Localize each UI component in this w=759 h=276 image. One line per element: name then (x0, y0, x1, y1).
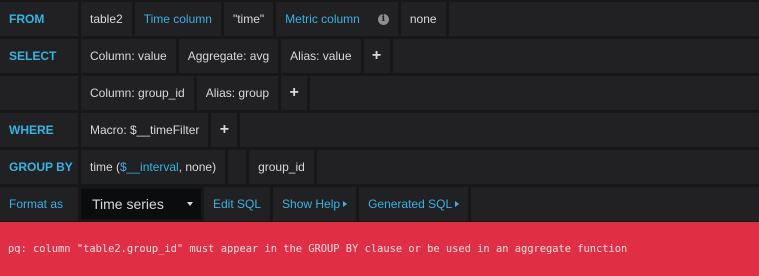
error-message: pq: column "table2.group_id" must appear… (8, 243, 628, 255)
select-aggregate-avg[interactable]: Aggregate: avg (178, 39, 279, 73)
format-as-label: Format as (0, 187, 78, 221)
from-row-filler (448, 2, 759, 36)
chevron-down-icon (187, 202, 193, 206)
format-select[interactable]: Time series (81, 189, 201, 219)
group-by-separator (228, 150, 247, 184)
where-add-button[interactable]: + (211, 113, 238, 147)
caret-right-icon (343, 201, 348, 207)
info-icon[interactable]: i (377, 13, 389, 25)
caret-right-icon (455, 201, 460, 207)
select-add-button-1[interactable]: + (363, 39, 390, 73)
format-row: Format as Time series Edit SQL Show Help… (0, 187, 759, 221)
metric-column-label: Metric column i (276, 2, 398, 36)
select-column-group-id[interactable]: Column: group_id (81, 76, 194, 110)
from-keyword: FROM (0, 2, 78, 36)
show-help-label: Show Help (282, 197, 341, 211)
where-macro-timefilter[interactable]: Macro: $__timeFilter (81, 113, 209, 147)
generated-sql-label: Generated SQL (368, 197, 453, 211)
select-row-1-filler (392, 39, 759, 73)
select-row-1: SELECT Column: value Aggregate: avg Alia… (0, 39, 759, 73)
show-help-button[interactable]: Show Help (273, 187, 357, 221)
from-row: FROM table2 Time column "time" Metric co… (0, 2, 759, 36)
group-by-keyword: GROUP BY (0, 150, 78, 184)
group-by-time-prefix: time ( (90, 160, 120, 174)
group-by-time-suffix: , none) (178, 160, 217, 174)
select-alias-value[interactable]: Alias: value (281, 39, 361, 73)
where-row-filler (240, 113, 759, 147)
metric-column-label-text: Metric column (285, 12, 360, 26)
select-add-button-2[interactable]: + (281, 76, 308, 110)
time-column-value[interactable]: "time" (223, 2, 274, 36)
where-keyword: WHERE (0, 113, 78, 147)
select-row-2-filler (310, 76, 759, 110)
select-keyword-empty (0, 76, 78, 110)
edit-sql-button[interactable]: Edit SQL (204, 187, 271, 221)
select-keyword: SELECT (0, 39, 78, 73)
select-column-value[interactable]: Column: value (81, 39, 176, 73)
from-table[interactable]: table2 (81, 2, 132, 36)
select-row-2: Column: group_id Alias: group + (0, 76, 759, 110)
time-column-label: Time column (134, 2, 221, 36)
group-by-row-filler (316, 150, 759, 184)
format-row-filler (471, 187, 759, 221)
group-by-row: GROUP BY time ($__interval, none) group_… (0, 150, 759, 184)
metric-column-value[interactable]: none (400, 2, 446, 36)
where-row: WHERE Macro: $__timeFilter + (0, 113, 759, 147)
group-by-column-group-id[interactable]: group_id (249, 150, 314, 184)
select-alias-group[interactable]: Alias: group (196, 76, 279, 110)
group-by-time[interactable]: time ($__interval, none) (81, 150, 226, 184)
format-select-value: Time series (92, 196, 164, 212)
generated-sql-button[interactable]: Generated SQL (359, 187, 469, 221)
group-by-interval-macro: $__interval (120, 160, 179, 174)
error-message-box: pq: column "table2.group_id" must appear… (0, 222, 759, 276)
